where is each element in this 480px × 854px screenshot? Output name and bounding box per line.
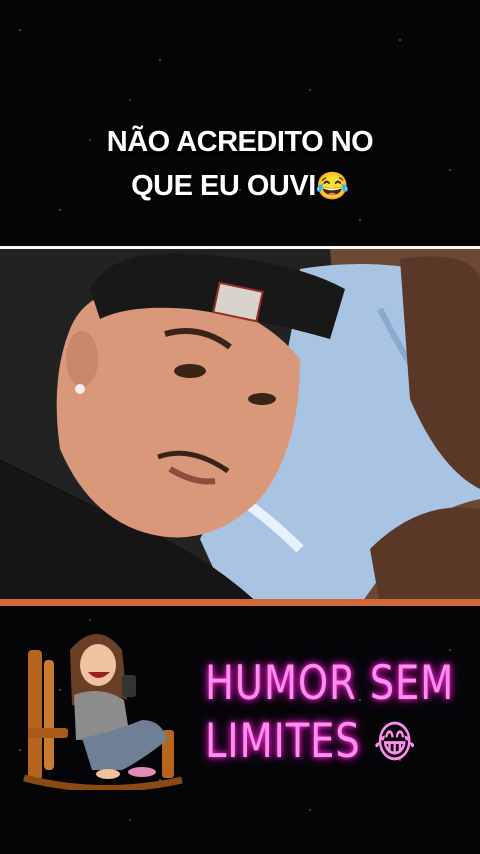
laughing-emoji-icon: 😂: [315, 171, 350, 201]
banner-line-2-text: LIMITES: [205, 714, 361, 769]
ear: [66, 331, 98, 387]
humor-sem-limites-banner: HUMOR SEM LIMITES 😂: [205, 655, 455, 772]
caption-line-1: NÃO ACREDITO NO: [106, 126, 374, 158]
eye-left: [174, 364, 206, 378]
laughing-girl-rocking-chair-illustration: [23, 634, 183, 790]
laughing-emoji-icon: 😂: [373, 717, 417, 768]
banner-line-2: LIMITES 😂: [205, 713, 420, 772]
caption-line-2-text: QUE EU OUVI: [131, 170, 316, 202]
earring: [75, 384, 85, 394]
video-frame[interactable]: [0, 246, 480, 605]
eye-right: [248, 393, 276, 405]
video-scene: [0, 249, 480, 605]
banner-line-1: HUMOR SEM: [205, 656, 455, 711]
video-bottom-border: [0, 599, 480, 606]
caption-line-2: QUE EU OUVI😂: [0, 164, 480, 208]
video-caption: NÃO ACREDITO NO QUE EU OUVI😂: [0, 120, 480, 208]
